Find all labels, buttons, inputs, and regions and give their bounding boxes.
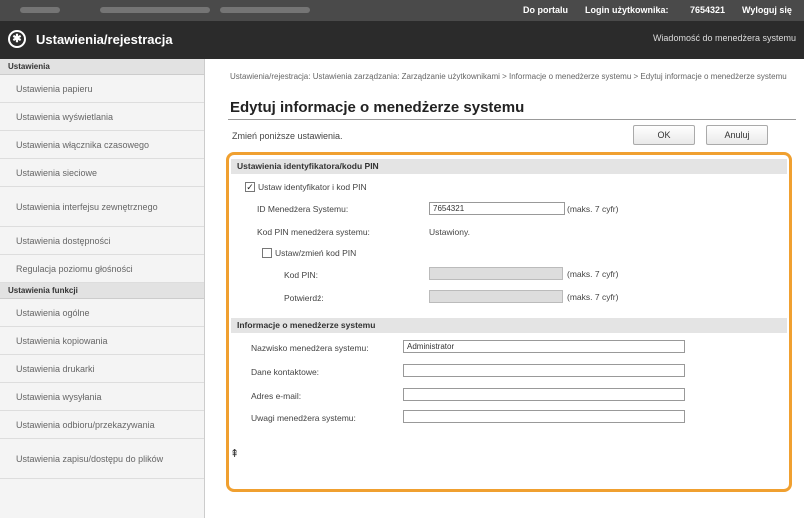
contact-label: Dane kontaktowe: xyxy=(251,367,320,377)
manager-id-input[interactable] xyxy=(429,202,565,215)
settings-panel: Ustawienia identyfikatora/kodu PIN ✓ Ust… xyxy=(226,152,792,492)
logout-link[interactable]: Wyloguj się xyxy=(742,5,792,15)
manager-id-hint: (maks. 7 cyfr) xyxy=(567,204,619,214)
pin-section-header: Ustawienia identyfikatora/kodu PIN xyxy=(231,159,787,174)
blurred-text xyxy=(100,7,210,13)
page-title: Edytuj informacje o menedżerze systemu xyxy=(230,99,525,116)
sidebar-item-display[interactable]: Ustawienia wyświetlania xyxy=(0,103,204,131)
email-label: Adres e-mail: xyxy=(251,391,302,401)
sidebar-item-store-access-files[interactable]: Ustawienia zapisu/dostępu do plików xyxy=(0,439,204,479)
pin-status-value: Ustawiony. xyxy=(429,227,470,237)
set-id-pin-checkbox[interactable]: ✓ xyxy=(245,182,255,192)
pin-input xyxy=(429,267,563,280)
manager-comment-input[interactable] xyxy=(403,410,685,423)
sidebar-item-receive-forward[interactable]: Ustawienia odbioru/przekazywania xyxy=(0,411,204,439)
sidebar-item-send[interactable]: Ustawienia wysyłania xyxy=(0,383,204,411)
manager-name-input[interactable] xyxy=(403,340,685,353)
blurred-text xyxy=(20,7,60,13)
sidebar-item-copy[interactable]: Ustawienia kopiowania xyxy=(0,327,204,355)
confirm-hint: (maks. 7 cyfr) xyxy=(567,292,619,302)
title-bar: ✱ Ustawienia/rejestracja Wiadomość do me… xyxy=(0,21,804,59)
manager-name-label: Nazwisko menedżera systemu: xyxy=(251,343,369,353)
change-pin-label: Ustaw/zmień kod PIN xyxy=(275,248,357,258)
title-divider xyxy=(228,119,796,120)
sidebar: Ustawienia Ustawienia papieru Ustawienia… xyxy=(0,59,205,518)
app-title: Ustawienia/rejestracja xyxy=(36,32,173,47)
main-content: Ustawienia/rejestracja: Ustawienia zarzą… xyxy=(206,59,804,518)
email-input[interactable] xyxy=(403,388,685,401)
scroll-to-top-icon[interactable]: ⇞ xyxy=(230,447,239,460)
instruction-text: Zmień poniższe ustawienia. xyxy=(232,131,343,141)
sidebar-item-volume[interactable]: Regulacja poziomu głośności xyxy=(0,255,204,283)
sidebar-item-paper[interactable]: Ustawienia papieru xyxy=(0,75,204,103)
confirm-pin-input xyxy=(429,290,563,303)
info-section-header: Informacje o menedżerze systemu xyxy=(231,318,787,333)
sidebar-item-accessibility[interactable]: Ustawienia dostępności xyxy=(0,227,204,255)
sidebar-item-external-interface[interactable]: Ustawienia interfejsu zewnętrznego xyxy=(0,187,204,227)
sidebar-item-common[interactable]: Ustawienia ogólne xyxy=(0,299,204,327)
portal-link[interactable]: Do portalu xyxy=(523,5,568,15)
contact-input[interactable] xyxy=(403,364,685,377)
pin-label: Kod PIN: xyxy=(284,270,319,280)
cancel-button[interactable]: Anuluj xyxy=(706,125,768,145)
change-pin-checkbox[interactable] xyxy=(262,248,272,258)
login-label: Login użytkownika: xyxy=(585,5,669,15)
pin-status-label: Kod PIN menedżera systemu: xyxy=(257,227,370,237)
ok-button[interactable]: OK xyxy=(633,125,695,145)
sidebar-item-network[interactable]: Ustawienia sieciowe xyxy=(0,159,204,187)
blurred-text xyxy=(220,7,310,13)
message-to-manager-link[interactable]: Wiadomość do menedżera systemu xyxy=(653,33,796,43)
confirm-label: Potwierdź: xyxy=(284,293,324,303)
pin-hint: (maks. 7 cyfr) xyxy=(567,269,619,279)
sidebar-item-timer[interactable]: Ustawienia włącznika czasowego xyxy=(0,131,204,159)
settings-logo-icon: ✱ xyxy=(8,30,26,48)
top-bar: Do portalu Login użytkownika: 7654321 Wy… xyxy=(0,0,804,21)
sidebar-group-functions: Ustawienia funkcji xyxy=(0,283,204,299)
manager-id-label: ID Menedżera Systemu: xyxy=(257,204,349,214)
set-id-pin-label: Ustaw identyfikator i kod PIN xyxy=(258,182,367,192)
login-value: 7654321 xyxy=(690,5,726,15)
manager-comment-label: Uwagi menedżera systemu: xyxy=(251,413,356,423)
breadcrumb[interactable]: Ustawienia/rejestracja: Ustawienia zarzą… xyxy=(230,72,790,82)
sidebar-item-printer[interactable]: Ustawienia drukarki xyxy=(0,355,204,383)
sidebar-group-settings: Ustawienia xyxy=(0,59,204,75)
